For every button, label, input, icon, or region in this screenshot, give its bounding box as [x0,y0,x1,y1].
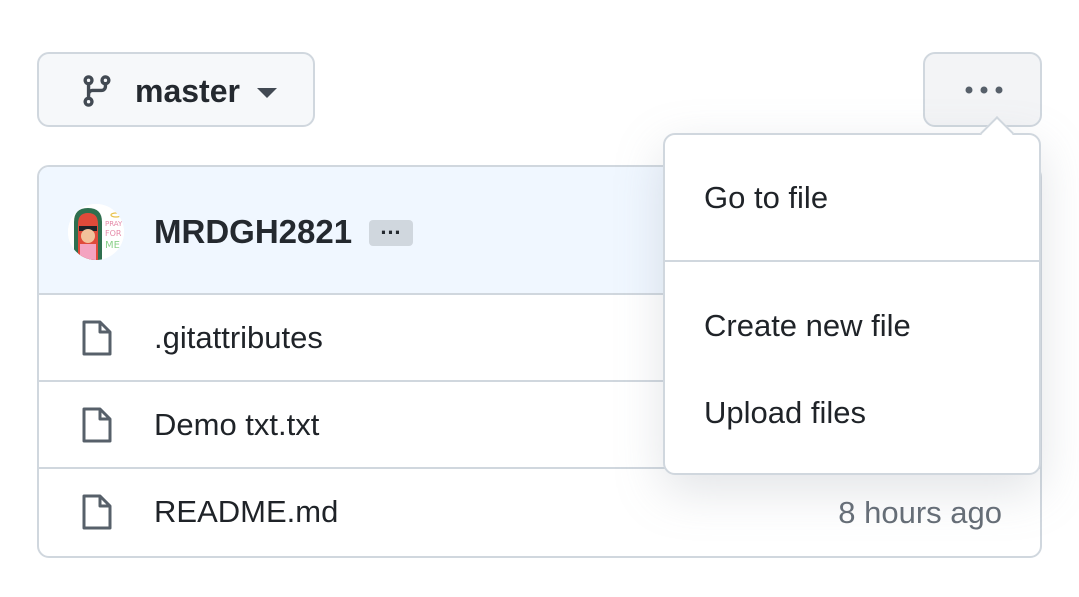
caret-down-icon [257,88,277,98]
menu-item-go-to-file[interactable]: Go to file [665,167,1039,227]
commit-message-expand-button[interactable]: … [369,214,413,246]
table-row: README.md 8 hours ago [39,469,1040,556]
svg-text:ME: ME [105,240,120,251]
menu-item-upload-files[interactable]: Upload files [665,382,1039,442]
file-icon [82,494,112,530]
file-name-link[interactable]: .gitattributes [154,319,323,357]
menu-item-create-new-file[interactable]: Create new file [665,295,1039,355]
file-name-link[interactable]: Demo txt.txt [154,406,319,444]
menu-divider [665,260,1039,262]
file-icon [82,407,112,443]
menu-item-label: Create new file [704,308,911,343]
branch-select-button[interactable]: master [37,52,315,127]
svg-text:FOR: FOR [105,229,122,238]
file-icon [82,320,112,356]
more-options-menu: Go to file Create new file Upload files [663,116,1041,475]
more-options-button[interactable] [923,52,1042,127]
kebab-horizontal-icon [965,86,1003,94]
git-branch-icon [83,75,111,107]
svg-text:PRAY: PRAY [105,220,123,228]
menu-item-label: Go to file [704,180,829,215]
menu-item-label: Upload files [704,395,866,430]
commit-author[interactable]: MRDGH2821 [154,212,352,252]
branch-name: master [135,73,240,109]
avatar-image: PRAY FOR ME [68,204,124,260]
file-name-link[interactable]: README.md [154,493,338,531]
ellipsis-label: … [379,214,403,239]
avatar[interactable]: PRAY FOR ME [68,204,124,260]
file-commit-time: 8 hours ago [838,495,1002,530]
